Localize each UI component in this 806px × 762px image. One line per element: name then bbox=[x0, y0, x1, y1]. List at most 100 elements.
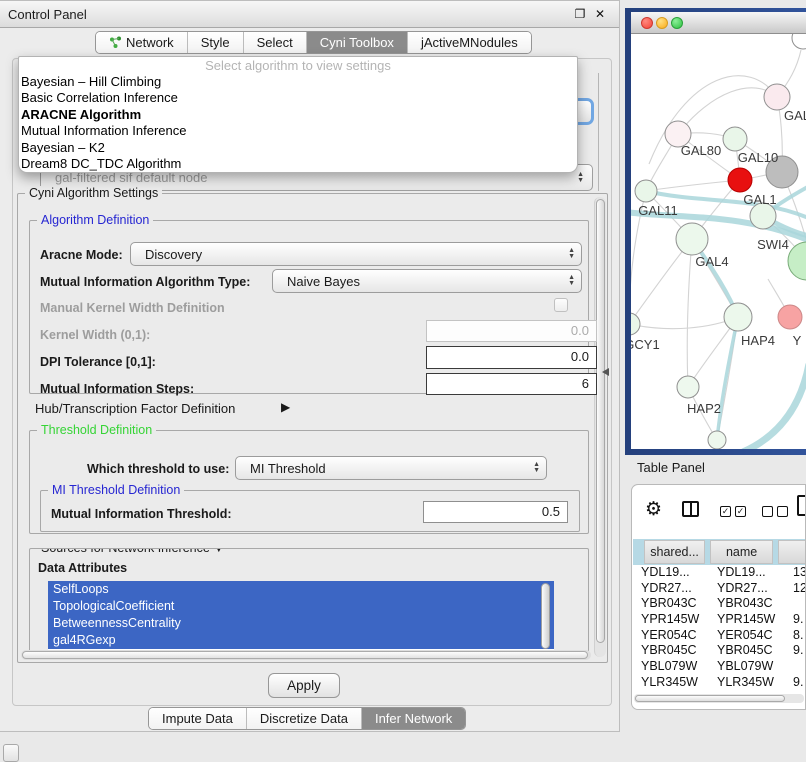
which-threshold-combobox[interactable]: MI Threshold ▲▼ bbox=[235, 456, 547, 480]
attribute-item[interactable]: SelfLoops bbox=[48, 581, 554, 598]
cell: YPR145W bbox=[641, 612, 699, 626]
node-hap4[interactable] bbox=[724, 303, 752, 331]
attributes-scrollbar-thumb[interactable] bbox=[541, 583, 550, 649]
mi-type-combobox[interactable]: Naive Bayes ▲▼ bbox=[272, 269, 582, 293]
columns-icon[interactable] bbox=[682, 501, 699, 517]
aracne-mode-combobox[interactable]: Discovery ▲▼ bbox=[130, 242, 582, 266]
mi-steps-field[interactable]: 6 bbox=[426, 373, 597, 395]
dpi-tolerance-label: DPI Tolerance [0,1]: bbox=[40, 355, 156, 369]
table-header-row: shared... name bbox=[633, 539, 806, 565]
algorithm-option[interactable]: Bayesian – Hill Climbing bbox=[19, 74, 577, 90]
dpi-tolerance-field[interactable]: 0.0 bbox=[426, 346, 597, 369]
table-row[interactable]: YBR045CYBR045C9. bbox=[633, 643, 806, 659]
node-partial-top[interactable] bbox=[792, 34, 806, 49]
minimize-traffic-light-icon[interactable] bbox=[656, 17, 668, 29]
attribute-item[interactable]: BetweennessCentrality bbox=[48, 615, 554, 632]
data-attributes-list: SelfLoops TopologicalCoefficient Between… bbox=[48, 581, 554, 655]
network-canvas[interactable]: GAL GAL80 GAL10 GAL1 GAL11 SWI4 GAL4 HAP… bbox=[631, 34, 806, 449]
mi-threshold-label: Mutual Information Threshold: bbox=[51, 507, 232, 521]
column-header-partial[interactable] bbox=[778, 540, 806, 564]
table-row[interactable]: YDL19...YDL19...13 bbox=[633, 565, 806, 581]
table-row[interactable]: YIL052CYIL052C9 bbox=[633, 691, 806, 694]
float-window-icon[interactable]: ❐ bbox=[572, 6, 588, 22]
table-body: YDL19...YDL19...13 YDR27...YDR27...12 YB… bbox=[633, 565, 806, 693]
file-icon[interactable] bbox=[797, 495, 806, 516]
node-gal4[interactable] bbox=[676, 223, 708, 255]
node-gcy1[interactable] bbox=[631, 313, 640, 335]
table-row[interactable]: YBR043CYBR043C bbox=[633, 596, 806, 612]
cell: YBL079W bbox=[717, 659, 773, 673]
settings-hscrollbar-thumb[interactable] bbox=[22, 651, 588, 659]
apply-button[interactable]: Apply bbox=[268, 673, 340, 698]
which-threshold-value: MI Threshold bbox=[250, 461, 326, 476]
attribute-item[interactable]: gal4RGexp bbox=[48, 632, 554, 649]
deselect-all-icon[interactable] bbox=[777, 506, 788, 517]
node-gal-partial[interactable] bbox=[764, 84, 790, 110]
kernel-width-field: 0.0 bbox=[426, 320, 597, 342]
cell: 13 bbox=[793, 565, 806, 579]
cell: YLR345W bbox=[641, 675, 698, 689]
network-window-titlebar[interactable] bbox=[631, 12, 806, 34]
settings-scrollbar[interactable] bbox=[594, 197, 606, 657]
cell: YIL052C bbox=[717, 691, 766, 694]
node-big-green[interactable] bbox=[788, 242, 806, 280]
sources-title: Sources for Network Inference ▼ bbox=[37, 548, 228, 555]
table-hscrollbar-thumb[interactable] bbox=[635, 695, 785, 702]
table-row[interactable]: YER054CYER054C8. bbox=[633, 628, 806, 644]
cell: YDR27... bbox=[641, 581, 692, 595]
algorithm-option[interactable]: Bayesian – K2 bbox=[19, 140, 577, 156]
node-salmon[interactable] bbox=[778, 305, 802, 329]
node-gal10[interactable] bbox=[723, 127, 747, 151]
tab-style-label: Style bbox=[201, 35, 230, 50]
threshold-definition-group: Threshold Definition Which threshold to … bbox=[29, 430, 589, 534]
gear-icon[interactable]: ⚙ bbox=[645, 498, 662, 521]
deselect-all-icon[interactable] bbox=[762, 506, 773, 517]
close-traffic-light-icon[interactable] bbox=[641, 17, 653, 29]
mi-type-label: Mutual Information Algorithm Type: bbox=[40, 275, 250, 289]
cell: 9. bbox=[793, 643, 803, 657]
column-header-name[interactable]: name bbox=[710, 540, 773, 564]
mi-threshold-field[interactable]: 0.5 bbox=[423, 501, 568, 523]
resize-handle-icon[interactable] bbox=[602, 368, 609, 376]
cell: YER054C bbox=[717, 628, 773, 642]
tab-impute-data[interactable]: Impute Data bbox=[149, 708, 246, 729]
zoom-traffic-light-icon[interactable] bbox=[671, 17, 683, 29]
settings-scrollbar-thumb[interactable] bbox=[596, 199, 605, 643]
sources-collapse-icon[interactable]: ▼ bbox=[213, 548, 224, 555]
tab-cyni-toolbox[interactable]: Cyni Toolbox bbox=[306, 32, 407, 53]
node-label: SWI4 bbox=[757, 237, 789, 252]
node-hap2[interactable] bbox=[677, 376, 699, 398]
column-header-shared-name[interactable]: shared... bbox=[644, 540, 705, 564]
tab-network[interactable]: Network bbox=[96, 32, 187, 53]
node-partial-bottom[interactable] bbox=[708, 431, 726, 449]
algorithm-option-selected[interactable]: ARACNE Algorithm bbox=[19, 107, 577, 123]
hub-expand-icon[interactable]: ▶ bbox=[281, 400, 290, 414]
table-row[interactable]: YPR145WYPR145W9. bbox=[633, 612, 806, 628]
select-all-check-icon[interactable]: ✓ bbox=[735, 506, 746, 517]
select-all-check-icon[interactable]: ✓ bbox=[720, 506, 731, 517]
table-hscrollbar[interactable] bbox=[634, 694, 804, 703]
sources-title-text: Sources for Network Inference bbox=[41, 548, 210, 555]
algorithm-option[interactable]: Dream8 DC_TDC Algorithm bbox=[19, 156, 577, 172]
table-row[interactable]: YDR27...YDR27...12 bbox=[633, 581, 806, 597]
tab-infer-network[interactable]: Infer Network bbox=[361, 708, 465, 729]
manual-kernel-checkbox[interactable] bbox=[554, 298, 568, 312]
table-row[interactable]: YBL079WYBL079W bbox=[633, 659, 806, 675]
node-gal11[interactable] bbox=[635, 180, 657, 202]
tab-select[interactable]: Select bbox=[243, 32, 306, 53]
tab-discretize-data[interactable]: Discretize Data bbox=[246, 708, 361, 729]
settings-hscrollbar[interactable] bbox=[21, 650, 591, 660]
tab-jactivemnodules[interactable]: jActiveMNodules bbox=[407, 32, 531, 53]
attribute-item[interactable]: TopologicalCoefficient bbox=[48, 598, 554, 615]
algorithm-option[interactable]: Basic Correlation Inference bbox=[19, 90, 577, 106]
table-row[interactable]: YLR345WYLR345W9. bbox=[633, 675, 806, 691]
node-label: GAL80 bbox=[681, 143, 721, 158]
cell: YBR045C bbox=[641, 643, 697, 657]
close-window-icon[interactable]: ✕ bbox=[592, 6, 608, 22]
network-graph: GAL GAL80 GAL10 GAL1 GAL11 SWI4 GAL4 HAP… bbox=[631, 34, 806, 449]
node-gal1-selected[interactable] bbox=[728, 168, 752, 192]
algorithm-option[interactable]: Mutual Information Inference bbox=[19, 123, 577, 139]
tab-style[interactable]: Style bbox=[187, 32, 243, 53]
collapsed-panel-button[interactable] bbox=[3, 744, 19, 762]
manual-kernel-label: Manual Kernel Width Definition bbox=[40, 301, 225, 315]
